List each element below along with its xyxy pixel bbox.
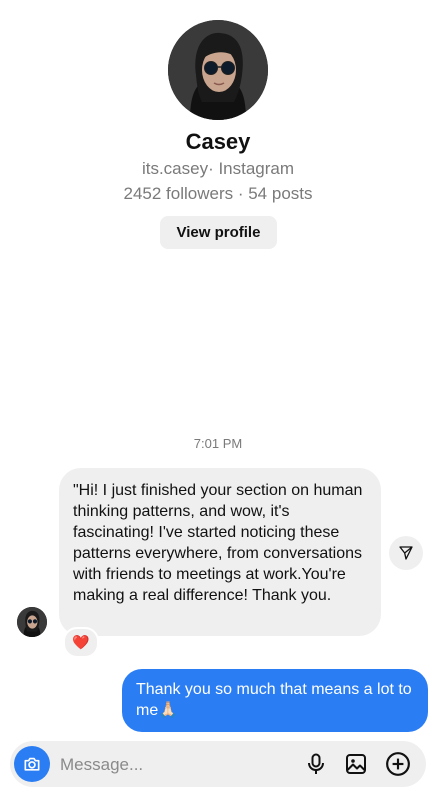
avatar-image: [17, 607, 47, 637]
profile-name: Casey: [185, 129, 251, 154]
profile-avatar[interactable]: [168, 20, 268, 120]
incoming-message-text: "Hi! I just finished your section on hum…: [73, 482, 363, 604]
camera-icon: [24, 757, 40, 771]
message-composer: [10, 741, 426, 787]
heart-icon: ❤️: [72, 634, 90, 650]
profile-stats: 2452 followers · 54 posts: [123, 184, 313, 203]
send-icon: [399, 546, 413, 560]
view-profile-button[interactable]: View profile: [160, 216, 277, 249]
avatar-image: [168, 20, 268, 120]
microphone-icon: [308, 753, 324, 774]
share-message-button[interactable]: [389, 536, 423, 570]
camera-button[interactable]: [14, 746, 50, 782]
message-timestamp: 7:01 PM: [193, 436, 243, 451]
incoming-message-bubble[interactable]: "Hi! I just finished your section on hum…: [59, 468, 381, 636]
plus-circle-icon: [386, 752, 410, 776]
message-input[interactable]: [58, 749, 292, 781]
add-button[interactable]: [384, 750, 412, 778]
sender-avatar[interactable]: [17, 607, 47, 637]
profile-handle: its.casey· Instagram: [141, 159, 295, 178]
outgoing-message-text: Thank you so much that means a lot to me…: [136, 681, 412, 719]
outgoing-message-bubble[interactable]: Thank you so much that means a lot to me…: [122, 669, 428, 732]
heart-reaction[interactable]: ❤️: [63, 627, 99, 658]
microphone-button[interactable]: [302, 750, 330, 778]
gallery-icon: [346, 754, 366, 774]
gallery-button[interactable]: [342, 750, 370, 778]
